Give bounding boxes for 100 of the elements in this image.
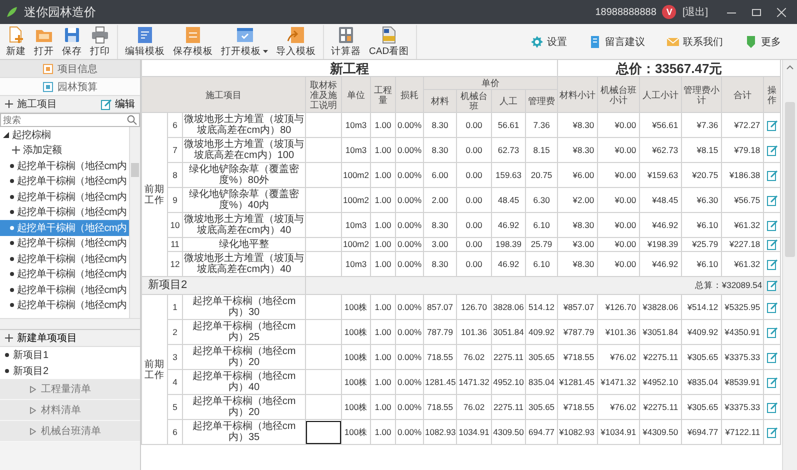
- toolbar-button[interactable]: 编辑模板: [121, 24, 169, 58]
- list-tab[interactable]: 机械台班清单: [0, 421, 140, 442]
- triangle-icon: [30, 406, 36, 414]
- tree-item[interactable]: 起挖单干棕榈（地径cm内: [0, 236, 129, 251]
- bullet-icon: [10, 194, 14, 199]
- toolbar-button[interactable]: 新建: [2, 24, 30, 58]
- tree-item[interactable]: 起挖单干棕榈（地径cm内: [0, 174, 129, 189]
- project-item[interactable]: 新项目2: [0, 363, 140, 379]
- table-cell: ¥76.02: [598, 394, 640, 420]
- tree-node[interactable]: 起挖棕榈: [0, 127, 129, 142]
- edit-icon[interactable]: [766, 280, 778, 291]
- user-avatar[interactable]: V: [662, 5, 676, 19]
- tree-item[interactable]: 起挖单干棕榈（地径cm内: [0, 282, 129, 298]
- side-tab[interactable]: 项目信息: [0, 60, 140, 78]
- column-header: 操作: [764, 76, 781, 112]
- table-cell: 6.00: [424, 162, 456, 188]
- list-tab[interactable]: 工程量清单: [0, 379, 140, 400]
- table-cell: 100株: [342, 394, 370, 420]
- toolbar-link[interactable]: 更多: [739, 34, 787, 50]
- table-cell: ¥25.79: [682, 238, 722, 252]
- edit-icon[interactable]: [766, 220, 778, 230]
- table-cell: 718.55: [424, 344, 456, 370]
- table-cell: ¥7122.11: [722, 420, 764, 444]
- add-quota-item[interactable]: 添加定额: [0, 142, 129, 158]
- toolbar-button[interactable]: 导入模板: [272, 24, 320, 58]
- close-icon: [777, 8, 786, 16]
- table-cell: 100株: [342, 294, 370, 320]
- tree-item[interactable]: 起挖单干棕榈（地径cm内: [0, 251, 129, 266]
- scrollbar[interactable]: [129, 127, 140, 318]
- group-title: 新项目2: [148, 279, 188, 291]
- toolbar-button[interactable]: 打开: [30, 24, 58, 58]
- scrollbar[interactable]: [782, 60, 797, 470]
- table-cell: ¥6.10: [682, 212, 722, 238]
- group-sum: 总算：¥32089.54: [694, 280, 762, 290]
- side-tab[interactable]: 园林预算: [0, 78, 140, 96]
- bullet-icon: [10, 179, 14, 184]
- table-cell: 0.00%: [396, 112, 424, 138]
- edit-icon[interactable]: [766, 352, 778, 362]
- stage-label: 前期工作: [144, 358, 164, 380]
- table-cell: 0.00%: [396, 344, 424, 370]
- table-cell: ¥79.18: [722, 138, 764, 162]
- table-cell: 8.30: [424, 212, 456, 238]
- edit-icon[interactable]: [101, 98, 112, 110]
- tree-item[interactable]: 起挖单干棕榈（地径cm内: [0, 266, 129, 282]
- tree-item[interactable]: 起挖单干棕榈（地径cm内: [0, 158, 129, 174]
- tree-item[interactable]: 起挖单干棕榈（地径cm内: [0, 189, 129, 204]
- table-cell: 7: [168, 138, 182, 162]
- edit-icon[interactable]: [766, 326, 778, 338]
- toolbar-link[interactable]: 联系我们: [661, 34, 729, 50]
- list-tab[interactable]: 材料清单: [0, 400, 140, 421]
- toolbar-button[interactable]: 打开模板: [217, 24, 272, 58]
- edit-icon[interactable]: [766, 194, 778, 206]
- table-cell: 3.00: [424, 238, 456, 252]
- new-project-button[interactable]: 新建单项项目: [0, 330, 140, 347]
- table-cell: 0.00%: [396, 138, 424, 162]
- edit-icon[interactable]: [766, 258, 778, 270]
- edit-icon[interactable]: [766, 426, 778, 438]
- search-field[interactable]: 搜索: [0, 113, 140, 127]
- column-header: 人工小计: [640, 76, 682, 112]
- table-cell: 0.00%: [396, 212, 424, 238]
- toolbar-button[interactable]: 打印: [86, 24, 114, 58]
- table-cell: 718.55: [424, 394, 456, 420]
- edit-icon[interactable]: [766, 402, 778, 412]
- table-cell: 微坡地形土方堆置（坡顶与坡底高差在cm内）80: [182, 112, 306, 138]
- table-cell: ¥8.30: [558, 138, 598, 162]
- toolbar-button[interactable]: 计算器: [327, 24, 365, 58]
- edit-icon[interactable]: [766, 302, 778, 312]
- toolbar-link[interactable]: 设置: [525, 34, 573, 50]
- edit-button[interactable]: 编辑: [101, 97, 135, 111]
- table-cell: 100株: [342, 420, 370, 444]
- edit-icon[interactable]: [766, 239, 778, 250]
- edit-icon[interactable]: [766, 170, 778, 180]
- table-cell: 6: [168, 112, 182, 138]
- tree-item[interactable]: 起挖单干棕榈（地径cm内: [0, 204, 129, 220]
- column-header: 合计: [722, 76, 764, 112]
- bullet-icon: [5, 353, 9, 357]
- toolbar-button[interactable]: CAD看图: [365, 24, 414, 58]
- table-cell: ¥1034.91: [598, 420, 640, 444]
- project-item[interactable]: 新项目1: [0, 347, 140, 363]
- toolbar-button[interactable]: 保存模板: [169, 24, 217, 58]
- table-cell: 0.00: [456, 138, 492, 162]
- table-cell: ¥48.45: [640, 188, 682, 212]
- logout-link[interactable]: [退出]: [682, 5, 708, 19]
- table-cell: 10m3: [342, 138, 370, 162]
- input-field[interactable]: [306, 420, 341, 444]
- scroll-up-icon[interactable]: [786, 64, 794, 70]
- toolbar-link[interactable]: 留言建议: [583, 34, 651, 50]
- edit-icon[interactable]: [766, 120, 778, 130]
- table-cell: 绿化地平整: [182, 238, 306, 252]
- table-cell: 159.63: [492, 162, 526, 188]
- plus-icon: [12, 146, 20, 154]
- bullet-icon: [10, 164, 14, 168]
- edit-icon[interactable]: [766, 144, 778, 156]
- table-cell: ¥76.02: [598, 344, 640, 370]
- tree-item[interactable]: 起挖单干棕榈（地径cm内: [0, 298, 129, 313]
- toolbar-button[interactable]: 保存: [58, 24, 86, 58]
- horizontal-scrollbar[interactable]: [0, 318, 140, 330]
- table-cell: ¥2275.11: [640, 344, 682, 370]
- table-cell: ¥0.00: [598, 138, 640, 162]
- edit-icon[interactable]: [766, 376, 778, 388]
